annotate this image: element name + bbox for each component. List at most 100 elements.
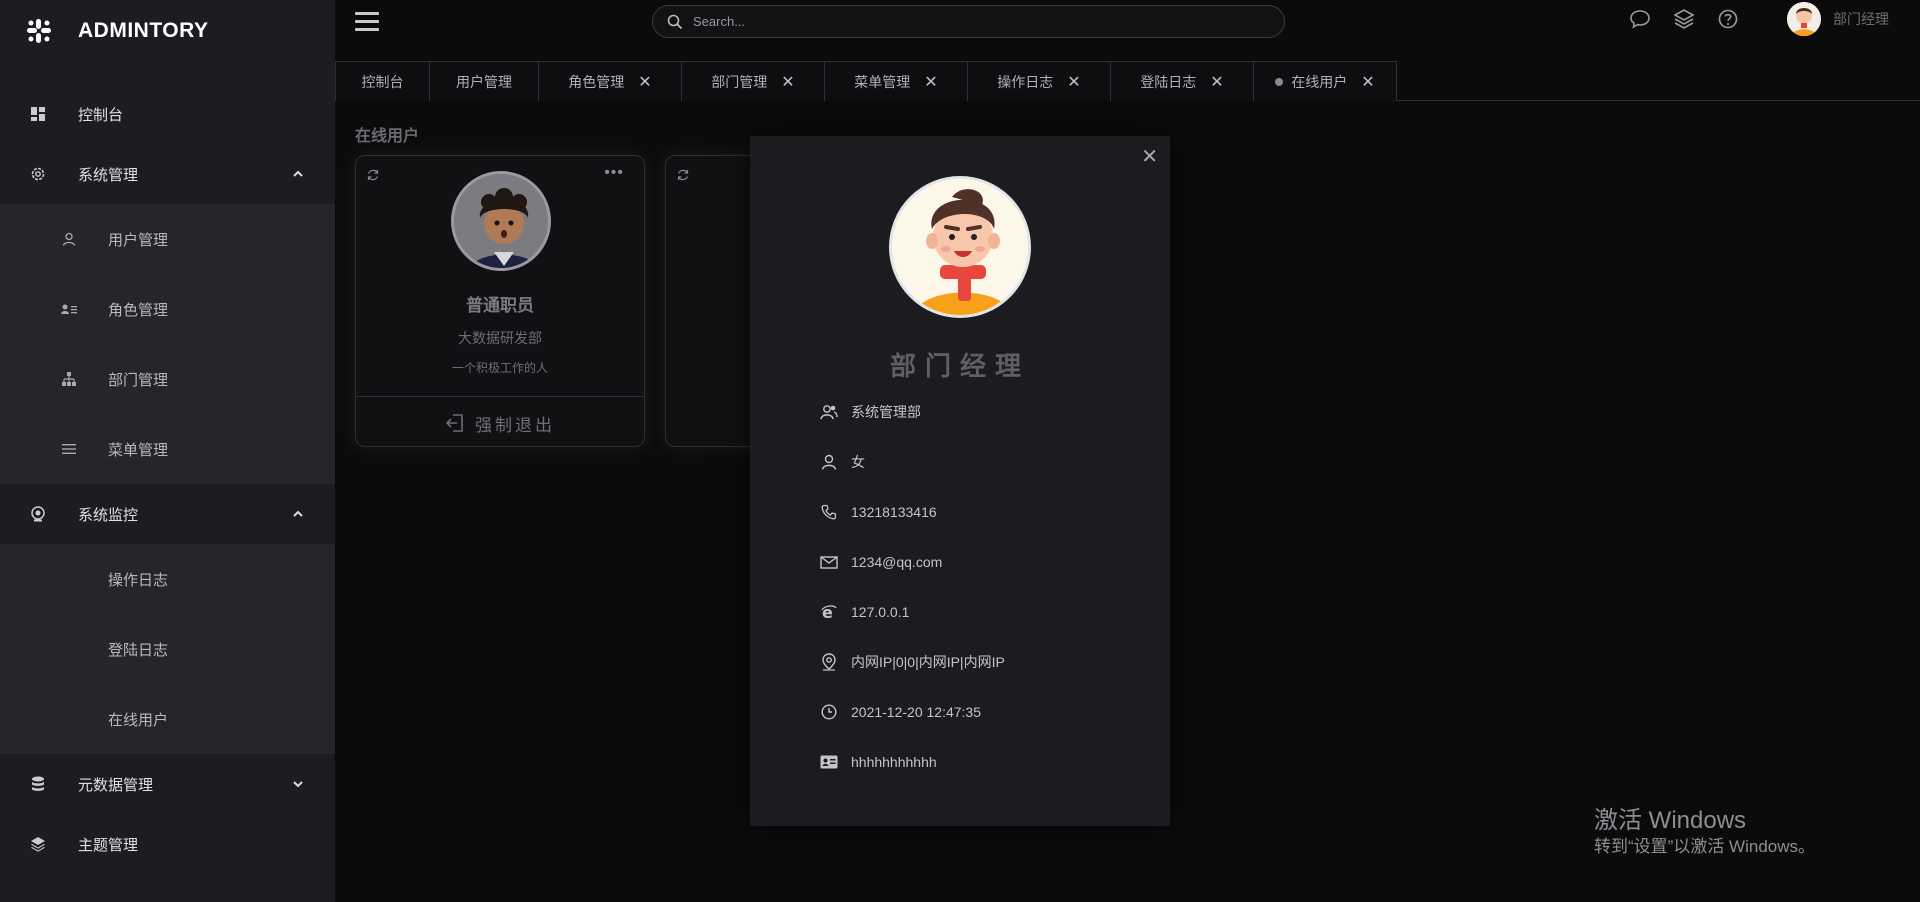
user-detail-modal: ✕ 部门经理 系统管理部 女 13218133416 1234@qq.com e… [750, 136, 1170, 826]
tab-menus[interactable]: 菜单管理 ✕ [824, 61, 968, 101]
email-value: 1234@qq.com [851, 554, 943, 570]
dashboard-icon [30, 106, 46, 122]
info-ip: e 127.0.0.1 [820, 600, 909, 624]
brand[interactable]: ADMINTORY [26, 16, 209, 46]
sidebar-item-roles[interactable]: 角色管理 [0, 274, 335, 344]
tab-label: 部门管理 [711, 73, 768, 90]
tab-login-log[interactable]: 登陆日志 ✕ [1110, 61, 1254, 101]
close-icon[interactable]: ✕ [781, 72, 794, 92]
layers-icon[interactable] [1673, 8, 1695, 30]
sidebar-item-label: 主题管理 [78, 836, 139, 854]
search-box[interactable] [652, 5, 1285, 38]
submenu-system: 用户管理 角色管理 部门管理 菜单管理 [0, 204, 335, 484]
search-input[interactable] [693, 14, 1253, 29]
browser-icon: e [820, 603, 838, 621]
avatar [451, 171, 551, 271]
user-avatar[interactable] [1787, 2, 1821, 36]
help-icon[interactable] [1717, 8, 1739, 30]
tab-label: 控制台 [361, 73, 404, 90]
sidebar-item-operation-log[interactable]: 操作日志 [0, 544, 335, 614]
chevron-up-icon [293, 170, 303, 177]
user-name[interactable]: 部门经理 [1833, 9, 1889, 29]
tab-bar: 控制台 用户管理 角色管理 ✕ 部门管理 ✕ 菜单管理 ✕ 操作日志 ✕ 登陆日志 ✕ 在… [335, 61, 1920, 101]
chevron-down-icon [293, 781, 303, 788]
sidebar-item-users[interactable]: 用户管理 [0, 204, 335, 274]
refresh-icon[interactable] [676, 168, 690, 182]
page-title: 在线用户 [355, 128, 420, 145]
user-name: 普通职员 [466, 296, 534, 315]
search-icon [667, 14, 683, 29]
tab-online-users[interactable]: 在线用户 ✕ [1253, 61, 1397, 101]
sidebar-item-label: 部门管理 [108, 371, 169, 389]
force-logout-button[interactable]: 强制退出 [356, 408, 644, 438]
gear-icon [30, 166, 46, 182]
webcam-icon [30, 506, 46, 522]
sidebar-item-online-users[interactable]: 在线用户 [0, 684, 335, 754]
sidebar-item-label: 登陆日志 [108, 641, 169, 659]
close-icon[interactable]: ✕ [924, 72, 937, 92]
login-time-value: 2021-12-20 12:47:35 [851, 704, 981, 720]
sidebar-item-dashboard[interactable]: 控制台 [0, 84, 335, 144]
sidebar-item-metadata[interactable]: 元数据管理 [0, 754, 335, 814]
location-value: 内网IP|0|0|内网IP|内网IP [851, 654, 1005, 670]
id-card-icon [820, 753, 838, 771]
sidebar-item-label: 在线用户 [108, 711, 169, 729]
windows-activation-subtitle: 转到“设置”以激活 Windows。 [1594, 837, 1816, 856]
database-icon [30, 776, 46, 792]
tab-label: 登陆日志 [1140, 73, 1197, 90]
submenu-monitor: 操作日志 登陆日志 在线用户 [0, 544, 335, 754]
info-email: 1234@qq.com [820, 550, 942, 574]
gender-value: 女 [851, 454, 865, 470]
close-icon[interactable]: ✕ [1067, 72, 1080, 92]
close-icon[interactable]: ✕ [638, 72, 651, 92]
org-chart-icon [61, 371, 77, 387]
tab-label: 角色管理 [568, 73, 625, 90]
user-icon [820, 453, 838, 471]
list-icon [61, 441, 77, 457]
windows-activation-title: 激活 Windows [1594, 807, 1747, 834]
user-department: 大数据研发部 [458, 330, 542, 346]
sidebar-item-label: 控制台 [78, 106, 124, 124]
sidebar-item-label: 系统监控 [78, 506, 139, 524]
force-logout-label: 强制退出 [475, 415, 555, 435]
tab-label: 在线用户 [1291, 73, 1348, 90]
chat-icon[interactable] [1629, 8, 1651, 30]
sidebar-item-label: 操作日志 [108, 571, 169, 589]
avatar [889, 176, 1031, 318]
chevron-up-icon [293, 510, 303, 517]
tab-dashboard[interactable]: 控制台 [335, 61, 430, 101]
phone-icon [820, 503, 838, 521]
online-user-card: ••• 普通职员 大数据研发部 一个积极工作的人 强制退出 [355, 155, 645, 447]
id-list-icon [61, 301, 77, 317]
close-icon[interactable]: ✕ [1210, 72, 1223, 92]
app-root: ADMINTORY 控制台 系统管理 用户管理 角色管理 部门管理 菜单管理 系… [0, 0, 1920, 902]
info-department: 系统管理部 [820, 400, 921, 424]
sidebar-item-monitor[interactable]: 系统监控 [0, 484, 335, 544]
info-phone: 13218133416 [820, 500, 937, 524]
sidebar-item-theme[interactable]: 主题管理 [0, 814, 335, 874]
tab-operation-log[interactable]: 操作日志 ✕ [967, 61, 1111, 101]
sidebar-item-label: 菜单管理 [108, 441, 169, 459]
tab-users[interactable]: 用户管理 [429, 61, 539, 101]
menu-toggle-icon[interactable] [355, 12, 379, 32]
sidebar-item-login-log[interactable]: 登陆日志 [0, 614, 335, 684]
logout-icon [445, 414, 463, 432]
close-icon[interactable]: ✕ [1141, 144, 1158, 169]
sidebar-item-departments[interactable]: 部门管理 [0, 344, 335, 414]
sidebar-item-label: 系统管理 [78, 166, 139, 184]
sidebar-item-menus[interactable]: 菜单管理 [0, 414, 335, 484]
user-icon [61, 231, 77, 247]
tab-roles[interactable]: 角色管理 ✕ [538, 61, 682, 101]
ip-value: 127.0.0.1 [851, 604, 910, 620]
note-value: hhhhhhhhhhh [851, 754, 937, 770]
user-motto: 一个积极工作的人 [451, 361, 548, 375]
refresh-icon[interactable] [366, 168, 380, 182]
sidebar-item-label: 角色管理 [108, 301, 169, 319]
close-icon[interactable]: ✕ [1361, 72, 1374, 92]
user-role-title: 部门经理 [889, 351, 1030, 381]
layers-icon [30, 836, 46, 852]
tab-departments[interactable]: 部门管理 ✕ [681, 61, 825, 101]
more-icon[interactable]: ••• [604, 164, 624, 182]
topbar: 部门经理 [335, 0, 1920, 44]
sidebar-item-system[interactable]: 系统管理 [0, 144, 335, 204]
